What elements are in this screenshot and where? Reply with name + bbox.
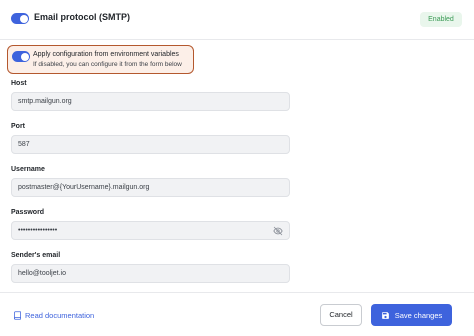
book-icon bbox=[14, 311, 21, 320]
username-input[interactable]: postmaster@{YourUsername}.mailgun.org bbox=[11, 178, 290, 197]
port-input[interactable]: 587 bbox=[11, 135, 290, 154]
save-changes-button[interactable]: Save changes bbox=[371, 304, 452, 326]
doc-link-label: Read documentation bbox=[25, 311, 95, 320]
host-input[interactable]: smtp.mailgun.org bbox=[11, 92, 290, 111]
password-value: •••••••••••••••• bbox=[18, 227, 58, 234]
cancel-button[interactable]: Cancel bbox=[320, 304, 362, 326]
smtp-header: Email protocol (SMTP) Enabled bbox=[0, 0, 474, 40]
env-config-toggle[interactable] bbox=[12, 51, 30, 62]
smtp-title: Email protocol (SMTP) bbox=[34, 12, 131, 22]
host-label: Host bbox=[11, 80, 27, 87]
env-config-title: Apply configuration from environment var… bbox=[33, 51, 179, 58]
smtp-enable-toggle[interactable] bbox=[11, 13, 29, 24]
password-label: Password bbox=[11, 209, 45, 216]
footer: Read documentation Cancel Save changes bbox=[0, 292, 474, 336]
save-button-label: Save changes bbox=[394, 310, 443, 320]
sender-email-label: Sender's email bbox=[11, 252, 61, 259]
eye-off-icon[interactable] bbox=[273, 226, 283, 236]
port-label: Port bbox=[11, 123, 25, 130]
sender-email-input[interactable]: hello@tooljet.io bbox=[11, 264, 290, 283]
read-documentation-link[interactable]: Read documentation bbox=[13, 311, 94, 320]
toggle-knob bbox=[20, 52, 29, 61]
username-label: Username bbox=[11, 166, 45, 173]
status-badge: Enabled bbox=[420, 12, 462, 27]
password-field[interactable]: •••••••••••••••• bbox=[11, 221, 290, 240]
toggle-knob bbox=[19, 14, 28, 23]
env-config-panel: Apply configuration from environment var… bbox=[7, 45, 194, 74]
floppy-disk-icon bbox=[381, 311, 389, 319]
env-config-subtitle: If disabled, you can configure it from t… bbox=[33, 61, 182, 68]
